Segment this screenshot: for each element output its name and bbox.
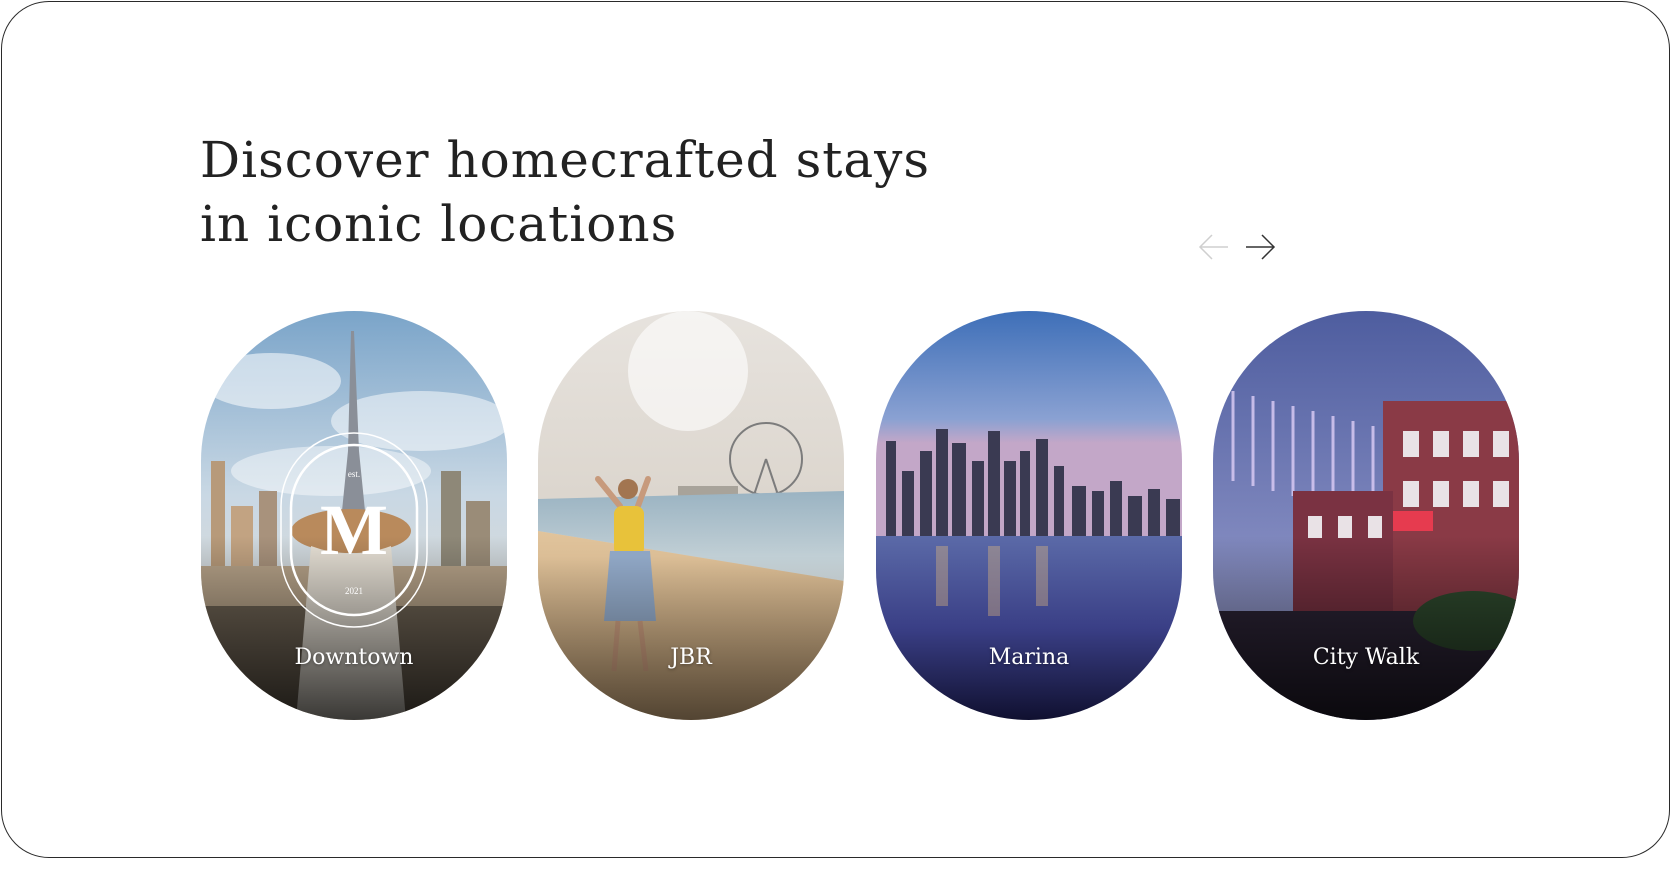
carousel-nav [1196,230,1278,264]
arrow-left-icon [1198,234,1228,260]
arrow-right-icon [1246,234,1276,260]
location-card-city-walk[interactable]: City Walk [1213,311,1519,720]
location-card-jbr[interactable]: JBR [538,311,844,720]
location-carousel: est. M 2021 Downtown JBR Marina City Wal… [201,311,1519,720]
location-label: Marina [988,645,1070,670]
location-label: JBR [670,645,712,670]
svg-text:est.: est. [348,469,360,479]
next-button[interactable] [1242,230,1278,264]
heading-line-1: Discover homecrafted stays [200,131,931,189]
location-card-downtown[interactable]: est. M 2021 Downtown [201,311,507,720]
svg-text:2021: 2021 [345,586,363,596]
section-heading: Discover homecrafted stays in iconic loc… [200,128,930,256]
location-card-marina[interactable]: Marina [876,311,1182,720]
svg-text:M: M [320,490,388,570]
location-label: City Walk [1312,645,1420,670]
heading-line-2: in iconic locations [200,195,678,253]
brand-badge-logo: est. M 2021 [280,432,428,628]
location-label: Downtown [294,645,414,670]
prev-button[interactable] [1196,230,1232,264]
